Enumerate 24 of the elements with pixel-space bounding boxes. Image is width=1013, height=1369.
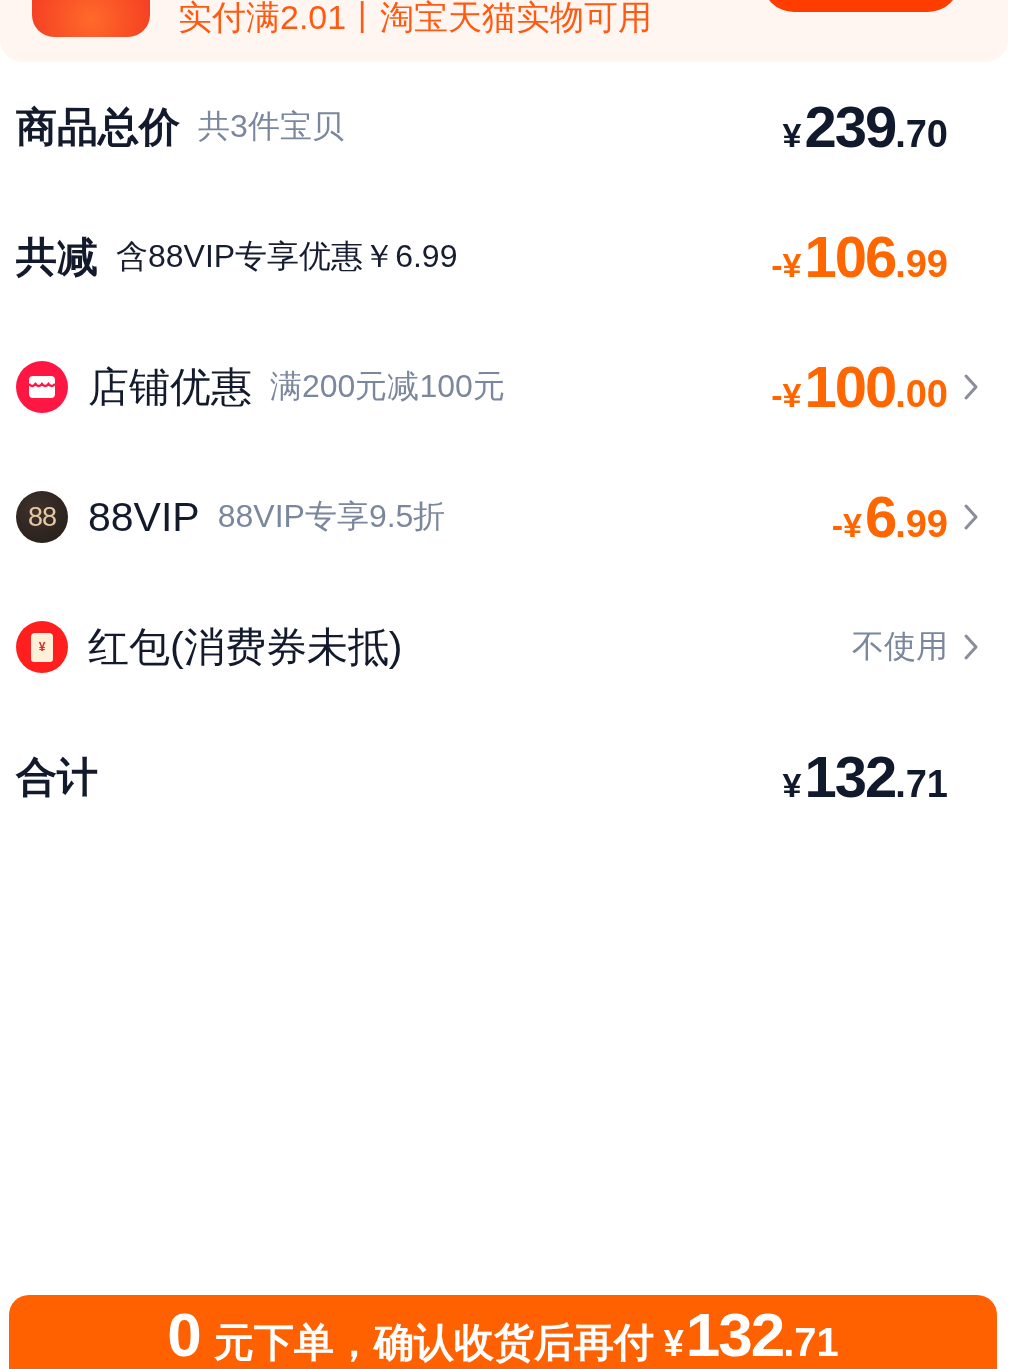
chevron-icon[interactable] <box>962 372 980 402</box>
item-note: 共3件宝贝 <box>198 107 344 146</box>
amount-text: ¥132.71 <box>782 748 948 806</box>
item-label: 88VIP <box>88 493 200 541</box>
item-note: 满200元减100元 <box>270 367 505 406</box>
item-label: 红包(消费券未抵) <box>88 622 403 672</box>
amount-text: -¥100.00 <box>771 358 948 416</box>
option-value[interactable]: 不使用 <box>852 625 948 669</box>
chevron-icon[interactable] <box>962 632 980 662</box>
vip-badge-icon: 88 <box>16 491 68 543</box>
item-label: 合计 <box>16 752 98 802</box>
amount-text: ¥239.70 <box>782 98 948 156</box>
item-label: 商品总价 <box>16 102 180 152</box>
chevron-icon[interactable] <box>962 502 980 532</box>
envelope-icon: ¥ <box>16 621 68 673</box>
checkout-button[interactable]: 0 元下单，确认收货后再付 ¥132.71 <box>9 1295 997 1369</box>
item-note: 含88VIP专享优惠￥6.99 <box>116 237 458 276</box>
item-label: 共减 <box>16 232 98 282</box>
amount-text: -¥106.99 <box>771 228 948 286</box>
amount-text: -¥6.99 <box>831 488 948 546</box>
promo-text: 实付满2.01丨淘宝天猫实物可用 <box>178 0 653 34</box>
store-icon <box>16 361 68 413</box>
item-label: 店铺优惠 <box>88 362 252 412</box>
item-note: 88VIP专享9.5折 <box>217 497 446 536</box>
